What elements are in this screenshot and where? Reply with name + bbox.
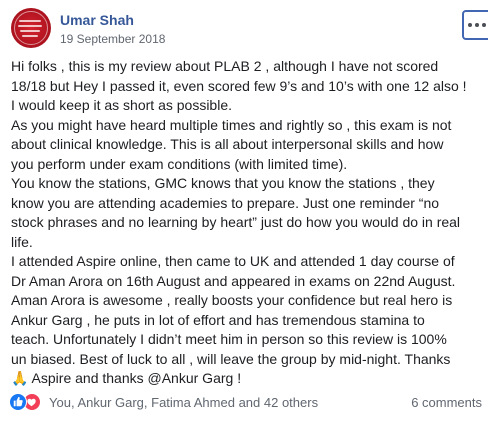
post-body-line: know you are attending academies to prep…	[11, 194, 440, 211]
reactors-list[interactable]: You, Ankur Garg, Fatima Ahmed and 42 oth…	[49, 395, 318, 410]
post-body-line: I attended Aspire online, then came to U…	[11, 253, 455, 269]
more-options-button[interactable]	[462, 10, 488, 40]
post-footer: You, Ankur Garg, Fatima Ahmed and 42 oth…	[9, 391, 484, 411]
more-options-icon	[468, 23, 472, 27]
group-logo-avatar[interactable]	[11, 8, 51, 48]
post-body-line: you perform under exam conditions (with …	[11, 155, 348, 172]
author-name[interactable]: Umar Shah	[60, 12, 134, 28]
post-body-line: Dr Aman Arora on 16th August and appeare…	[11, 272, 456, 289]
post-body-line: life.	[11, 233, 33, 250]
post-body-line: about clinical knowledge. This is all ab…	[11, 136, 444, 152]
more-options-icon-dot	[482, 23, 486, 27]
post-body-line: 🙏 Aspire and thanks @Ankur Garg !	[11, 370, 242, 386]
post-body-line: stock phrases and no learning by heart” …	[11, 214, 461, 230]
post-body-line: un biased. Best of luck to all , will le…	[11, 350, 451, 367]
post-body-line: 18/18 but Hey I passed it, even scored f…	[11, 77, 467, 94]
post-body-line: As you might have heard multiple times a…	[11, 116, 452, 133]
post-body-line: Hi folks , this is my review about PLAB …	[11, 58, 439, 74]
post-body: Hi folks , this is my review about PLAB …	[11, 57, 485, 389]
reactions-summary[interactable]	[9, 393, 43, 411]
post-header: Umar Shah 19 September 2018	[11, 8, 488, 48]
post-body-line: teach. Unfortunately I didn’t meet him i…	[11, 331, 447, 347]
post-body-line: I would keep it as short as possible.	[11, 97, 233, 113]
like-reaction-icon	[9, 393, 27, 411]
facebook-post: Umar Shah 19 September 2018 Hi folks , t…	[0, 0, 488, 422]
post-body-line: Aman Arora is awesome , really boosts yo…	[11, 292, 453, 308]
post-body-line: Ankur Garg , he puts in lot of effort an…	[11, 311, 425, 328]
more-options-icon-dot	[475, 23, 479, 27]
comments-count[interactable]: 6 comments	[411, 395, 482, 410]
post-date[interactable]: 19 September 2018	[60, 32, 165, 46]
post-body-line: You know the stations, GMC knows that yo…	[11, 175, 435, 191]
